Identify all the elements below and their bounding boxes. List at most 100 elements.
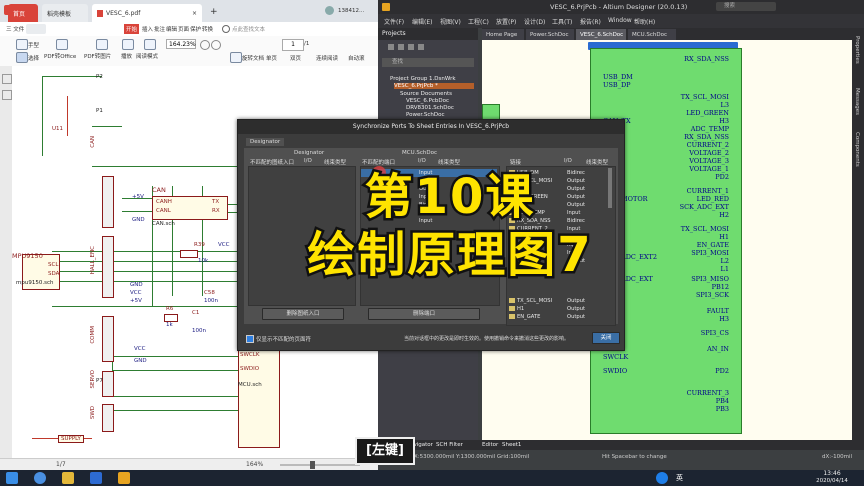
save-icon[interactable] bbox=[408, 44, 414, 50]
delete-sheet-entry-button[interactable]: 删除图纸入口 bbox=[262, 308, 344, 320]
tree-doc-pcb[interactable]: VESC_6.PcbDoc bbox=[406, 98, 449, 104]
port-left[interactable]: USB_DP bbox=[603, 81, 631, 89]
zoom-out-icon[interactable] bbox=[200, 40, 210, 50]
port-right[interactable]: TX_SCL_MOSI bbox=[681, 225, 729, 233]
project-search-input[interactable]: 查找 bbox=[382, 58, 474, 67]
port-right[interactable]: SPI3_MOSI bbox=[691, 249, 729, 257]
pdf-to-office-icon[interactable] bbox=[56, 39, 68, 50]
folder-icon[interactable] bbox=[62, 472, 74, 484]
continuous-read-button[interactable]: 连续阅读 bbox=[316, 54, 338, 62]
tree-doc-power[interactable]: Power.SchDoc bbox=[406, 112, 445, 118]
port-right[interactable]: LED_GREEN bbox=[686, 109, 729, 117]
port-right[interactable]: SPI3_SCK bbox=[696, 291, 729, 299]
account-name[interactable]: 138412... bbox=[338, 8, 364, 14]
menu-page[interactable]: 页面 bbox=[178, 25, 189, 33]
clock-date[interactable]: 2020/04/14 bbox=[806, 478, 858, 484]
panel-components[interactable]: Components bbox=[854, 132, 860, 167]
menu-insert[interactable]: 插入 bbox=[142, 25, 153, 33]
port-right[interactable]: VOLTAGE_3 bbox=[689, 157, 729, 165]
double-page-button[interactable]: 双页 bbox=[290, 54, 301, 62]
menu-reports[interactable]: 报告(R) bbox=[580, 17, 601, 26]
thumbnail-icon[interactable] bbox=[2, 90, 12, 100]
menu-edit[interactable]: 编辑 bbox=[166, 25, 177, 33]
wps-icon[interactable] bbox=[90, 472, 102, 484]
port-right[interactable]: RX_SDA_NSS bbox=[684, 133, 729, 141]
menu-file[interactable]: 文件(F) bbox=[384, 17, 404, 26]
tab-editor[interactable]: Editor bbox=[482, 442, 498, 448]
menu-file[interactable]: 三 文件 bbox=[6, 25, 24, 33]
ime-lang[interactable]: 英 bbox=[676, 473, 683, 483]
port-right[interactable]: CURRENT_1 bbox=[687, 187, 729, 195]
port-right[interactable]: L3 bbox=[721, 101, 729, 109]
menu-convert[interactable]: 转换 bbox=[202, 25, 213, 33]
port-right[interactable]: H3 bbox=[719, 315, 729, 323]
port-right[interactable]: PB3 bbox=[716, 405, 729, 413]
new-tab-button[interactable]: + bbox=[210, 7, 218, 17]
menu-design[interactable]: 设计(D) bbox=[524, 17, 545, 26]
play-icon[interactable] bbox=[122, 39, 134, 50]
pdf-to-image-icon[interactable] bbox=[96, 39, 108, 50]
tab-home-page[interactable]: Home Page bbox=[482, 29, 524, 40]
clock-time[interactable]: 13:46 bbox=[812, 470, 852, 477]
page-input[interactable]: 1 bbox=[282, 39, 304, 51]
port-right[interactable]: RX_SDA_NSS bbox=[684, 55, 729, 63]
start-icon[interactable] bbox=[6, 472, 18, 484]
port-right[interactable]: H3 bbox=[719, 117, 729, 125]
right-list-row[interactable]: EN_GATE Output bbox=[507, 313, 607, 321]
panel-properties[interactable]: Properties bbox=[854, 36, 860, 64]
avatar[interactable] bbox=[325, 6, 334, 15]
auto-scroll-button[interactable]: 自动滚 bbox=[348, 54, 365, 62]
delete-port-button[interactable]: 删除端口 bbox=[368, 308, 480, 320]
port-left[interactable]: USB_DM bbox=[603, 73, 633, 81]
single-page-button[interactable]: 单页 bbox=[266, 54, 277, 62]
right-list-row[interactable]: H1 Output bbox=[507, 305, 607, 313]
rotate-doc-label[interactable]: 旋转文档 bbox=[242, 54, 264, 62]
dialog-tab-designator[interactable]: Designator bbox=[246, 138, 285, 146]
tab-sheet1[interactable]: Sheet1 bbox=[502, 442, 521, 448]
zoom-slider-handle[interactable] bbox=[310, 461, 315, 469]
port-right[interactable]: CURRENT_3 bbox=[687, 389, 729, 397]
port-right[interactable]: SPI3_CS bbox=[701, 329, 729, 337]
menu-view[interactable]: 视图(V) bbox=[440, 17, 461, 26]
pdf-to-office-label[interactable]: PDF转Office bbox=[44, 52, 76, 60]
settings-icon[interactable] bbox=[418, 44, 424, 50]
read-mode-label[interactable]: 阅读模式 bbox=[136, 52, 158, 60]
port-right[interactable]: CURRENT_2 bbox=[687, 141, 729, 149]
port-left[interactable]: SWCLK bbox=[603, 353, 628, 361]
global-search-input[interactable]: 搜索 bbox=[716, 2, 776, 11]
open-icon[interactable] bbox=[398, 44, 404, 50]
new-doc-icon[interactable] bbox=[388, 44, 394, 50]
menu-project[interactable]: 工程(C) bbox=[468, 17, 489, 26]
port-right[interactable]: EN_GATE bbox=[697, 241, 729, 249]
tree-source-docs[interactable]: Source Documents bbox=[400, 91, 452, 97]
menu-help[interactable]: 帮助(H) bbox=[634, 17, 655, 26]
panel-messages[interactable]: Messages bbox=[854, 88, 860, 115]
tree-project[interactable]: VESC_6.PrjPcb * bbox=[394, 83, 474, 89]
search-input[interactable]: 点此查找文本 bbox=[232, 25, 265, 33]
port-right[interactable]: VOLTAGE_2 bbox=[689, 149, 729, 157]
tree-group[interactable]: Project Group 1.DsnWrk bbox=[390, 76, 456, 82]
port-right[interactable]: PD2 bbox=[715, 367, 729, 375]
tab-vesc-pdf[interactable]: VESC_6.pdf × bbox=[92, 4, 202, 22]
tab-mcu[interactable]: MCU.SchDoc bbox=[628, 29, 676, 40]
port-right[interactable]: PB4 bbox=[716, 397, 729, 405]
port-right[interactable]: PB12 bbox=[712, 283, 729, 291]
ime-cloud-icon[interactable] bbox=[656, 472, 668, 484]
port-right[interactable]: AN_IN bbox=[707, 345, 729, 353]
port-right[interactable]: LED_RED bbox=[697, 195, 729, 203]
port-right[interactable]: SPI3_MISO bbox=[691, 275, 729, 283]
port-left[interactable]: ADC_EXT bbox=[621, 275, 653, 283]
tab-vesc-sch[interactable]: VESC_6.SchDoc bbox=[576, 29, 626, 40]
altium-taskbar-icon[interactable] bbox=[118, 472, 130, 484]
port-right[interactable]: L1 bbox=[721, 265, 729, 273]
select-tool-icon[interactable] bbox=[16, 52, 28, 63]
tab-power[interactable]: Power.SchDoc bbox=[526, 29, 574, 40]
menu-place[interactable]: 放置(P) bbox=[496, 17, 516, 26]
hand-tool-icon[interactable] bbox=[16, 39, 28, 50]
browser-icon[interactable] bbox=[34, 472, 46, 484]
tab-home[interactable]: 首页 bbox=[8, 4, 38, 22]
read-mode-icon[interactable] bbox=[144, 39, 156, 50]
menu-start[interactable]: 开始 bbox=[124, 24, 140, 34]
right-list-row[interactable]: TX_SCL_MOSI Output bbox=[507, 297, 607, 305]
port-left[interactable]: ADC_EXT2 bbox=[621, 253, 657, 261]
